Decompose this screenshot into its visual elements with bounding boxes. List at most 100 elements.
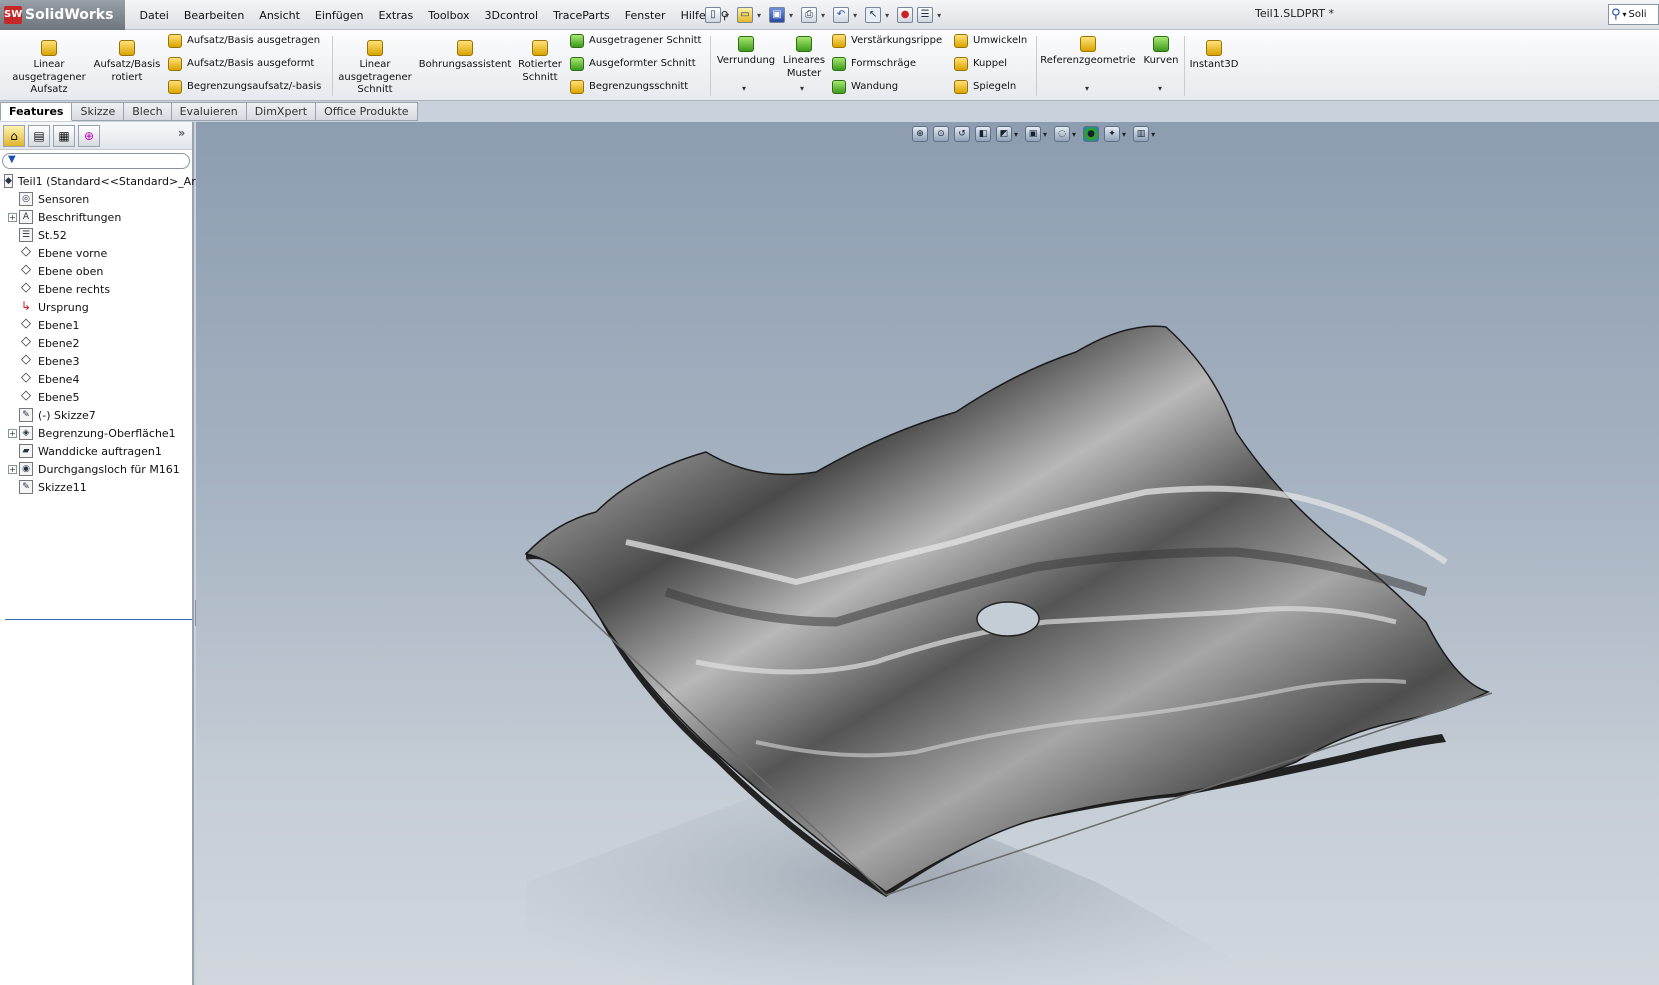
instant3d-button[interactable]: Instant3D — [1186, 40, 1242, 72]
rib-button[interactable]: Verstärkungsrippe — [832, 34, 942, 48]
tree-item[interactable]: ◎ Sensoren — [0, 190, 192, 208]
wavy-sheet-model[interactable] — [196, 122, 1659, 985]
linear-pattern-button[interactable]: Lineares Muster — [778, 36, 830, 80]
menu-toolbox[interactable]: Toolbox — [421, 9, 477, 22]
feature-manager-tab-icon[interactable]: ⌂ — [3, 124, 25, 147]
menu-datei[interactable]: Datei — [132, 9, 176, 22]
tree-item[interactable]: + ◈ Begrenzung-Oberfläche1 — [0, 424, 192, 442]
tree-item[interactable]: ◇ Ebene rechts — [0, 280, 192, 298]
tree-item[interactable]: ☰ St.52 — [0, 226, 192, 244]
rollback-bar[interactable] — [5, 619, 192, 620]
select-arrow-icon[interactable]: ↖ — [865, 7, 882, 23]
tab-features[interactable]: Features — [0, 102, 73, 121]
rebuild-traffic-light-icon[interactable]: ● — [897, 7, 914, 23]
new-dropdown-icon[interactable]: ▾ — [725, 11, 729, 20]
tree-item[interactable]: + A Beschriftungen — [0, 208, 192, 226]
options-icon[interactable]: ☰ — [917, 7, 934, 23]
solidworks-logo[interactable]: SW SolidWorks — [0, 0, 125, 30]
reference-geometry-button[interactable]: Referenzgeometrie — [1040, 36, 1136, 68]
tree-item[interactable]: + ◉ Durchgangsloch für M161 — [0, 460, 192, 478]
plane-icon: ◇ — [21, 334, 31, 349]
loft-boss-button[interactable]: Aufsatz/Basis ausgeformt — [168, 57, 314, 71]
shell-button[interactable]: Wandung — [832, 80, 898, 94]
search-icon[interactable]: ⚲ — [1611, 7, 1621, 22]
sweep-boss-button[interactable]: Aufsatz/Basis ausgetragen — [168, 34, 320, 48]
feature-filter-input[interactable]: ▼ — [2, 153, 190, 169]
tree-item-label: (-) Skizze7 — [38, 408, 96, 422]
tree-item[interactable]: ◆ Teil1 (Standard<<Standard>_Ar — [0, 172, 196, 190]
menu-extras[interactable]: Extras — [371, 9, 421, 22]
refgeom-dropdown-icon[interactable]: ▾ — [1085, 84, 1089, 93]
menu-einfuegen[interactable]: Einfügen — [307, 9, 371, 22]
tree-item[interactable]: ✎ Skizze11 — [0, 478, 192, 496]
select-dropdown-icon[interactable]: ▾ — [885, 11, 889, 20]
tree-item[interactable]: ↳ Ursprung — [0, 298, 192, 316]
property-manager-tab-icon[interactable]: ▤ — [28, 124, 50, 147]
print-icon[interactable]: ⎙ — [801, 7, 818, 23]
boundary-boss-button[interactable]: Begrenzungsaufsatz/-basis — [168, 80, 321, 94]
dimxpert-manager-tab-icon[interactable]: ⊕ — [78, 124, 100, 147]
menu-fenster[interactable]: Fenster — [617, 9, 673, 22]
boundary-cut-button[interactable]: Begrenzungsschnitt — [570, 80, 688, 94]
menu-ansicht[interactable]: Ansicht — [252, 9, 308, 22]
mirror-button[interactable]: Spiegeln — [954, 80, 1016, 94]
expand-toggle-icon[interactable]: + — [8, 464, 17, 474]
wrap-button[interactable]: Umwickeln — [954, 34, 1027, 48]
configuration-manager-tab-icon[interactable]: ▦ — [53, 124, 75, 147]
graphics-viewport[interactable]: ⊕ ⊙ ↺ ◧ ◩ ▾ ▣ ▾ ◌ ▾ ● ✦ ▾ ▥ ▾ — [196, 122, 1659, 985]
hole-wizard-button[interactable]: Bohrungsassistent — [418, 40, 512, 72]
tree-item[interactable]: ✎ (-) Skizze7 — [0, 406, 192, 424]
linear-extrude-boss-button[interactable]: Linear ausgetragener Aufsatz — [8, 40, 90, 97]
tab-office-produkte[interactable]: Office Produkte — [316, 102, 418, 121]
tab-skizze[interactable]: Skizze — [72, 102, 125, 121]
fillet-button[interactable]: Verrundung — [714, 36, 778, 68]
extrude-cut-button[interactable]: Linear ausgetragener Schnitt — [338, 40, 412, 97]
tree-item[interactable]: ◇ Ebene2 — [0, 334, 192, 352]
tree-item[interactable]: ◇ Ebene1 — [0, 316, 192, 334]
tab-blech[interactable]: Blech — [124, 102, 172, 121]
menu-bearbeiten[interactable]: Bearbeiten — [176, 9, 251, 22]
tree-item[interactable]: ◇ Ebene vorne — [0, 244, 192, 262]
draft-button[interactable]: Formschräge — [832, 57, 916, 71]
annotation-icon: A — [19, 210, 33, 224]
expand-toggle-icon[interactable]: + — [8, 428, 17, 438]
revolve-boss-button[interactable]: Aufsatz/Basis rotiert — [90, 40, 164, 84]
open-folder-icon[interactable]: ▭ — [737, 7, 754, 23]
undo-icon[interactable]: ↶ — [833, 7, 850, 23]
tree-item[interactable]: ▰ Wanddicke auftragen1 — [0, 442, 192, 460]
menu-3dcontrol[interactable]: 3Dcontrol — [477, 9, 546, 22]
open-dropdown-icon[interactable]: ▾ — [757, 11, 761, 20]
lofted-cut-button[interactable]: Ausgeformter Schnitt — [570, 57, 696, 71]
title-bar: SW SolidWorks Datei Bearbeiten Ansicht Ei… — [0, 0, 1659, 30]
search-dropdown-icon[interactable]: ▾ — [1623, 10, 1627, 19]
tree-item-label: Ebene2 — [38, 336, 80, 350]
tree-item-label: Durchgangsloch für M161 — [38, 462, 180, 476]
expand-panel-icon[interactable]: » — [178, 126, 185, 140]
dome-button[interactable]: Kuppel — [954, 57, 1007, 71]
print-dropdown-icon[interactable]: ▾ — [821, 11, 825, 20]
pattern-dropdown-icon[interactable]: ▾ — [800, 84, 804, 93]
through-hole — [976, 601, 1040, 637]
tree-item[interactable]: ◇ Ebene3 — [0, 352, 192, 370]
swept-cut-button[interactable]: Ausgetragener Schnitt — [570, 34, 701, 48]
tree-item[interactable]: ◇ Ebene oben — [0, 262, 192, 280]
undo-dropdown-icon[interactable]: ▾ — [853, 11, 857, 20]
curves-dropdown-icon[interactable]: ▾ — [1158, 84, 1162, 93]
tab-dimxpert[interactable]: DimXpert — [246, 102, 317, 121]
fillet-dropdown-icon[interactable]: ▾ — [742, 84, 746, 93]
quick-access-toolbar: ▯ ▾ ▭ ▾ ▣ ▾ ⎙ ▾ ↶ ▾ ↖ ▾ ● ☰ ▾ — [705, 5, 945, 25]
menu-traceparts[interactable]: TraceParts — [546, 9, 618, 22]
save-icon[interactable]: ▣ — [769, 7, 786, 23]
new-document-icon[interactable]: ▯ — [705, 7, 721, 23]
revolve-cut-button[interactable]: Rotierter Schnitt — [516, 40, 564, 84]
save-dropdown-icon[interactable]: ▾ — [789, 11, 793, 20]
ribbon-separator — [332, 36, 333, 96]
options-dropdown-icon[interactable]: ▾ — [937, 11, 941, 20]
expand-toggle-icon[interactable]: + — [8, 212, 17, 222]
boundary-cut-icon — [570, 80, 584, 94]
search-box[interactable]: ⚲ ▾ Soli — [1608, 4, 1659, 25]
tree-item[interactable]: ◇ Ebene5 — [0, 388, 192, 406]
curves-button[interactable]: Kurven — [1138, 36, 1184, 68]
tree-item[interactable]: ◇ Ebene4 — [0, 370, 192, 388]
tab-evaluieren[interactable]: Evaluieren — [171, 102, 247, 121]
